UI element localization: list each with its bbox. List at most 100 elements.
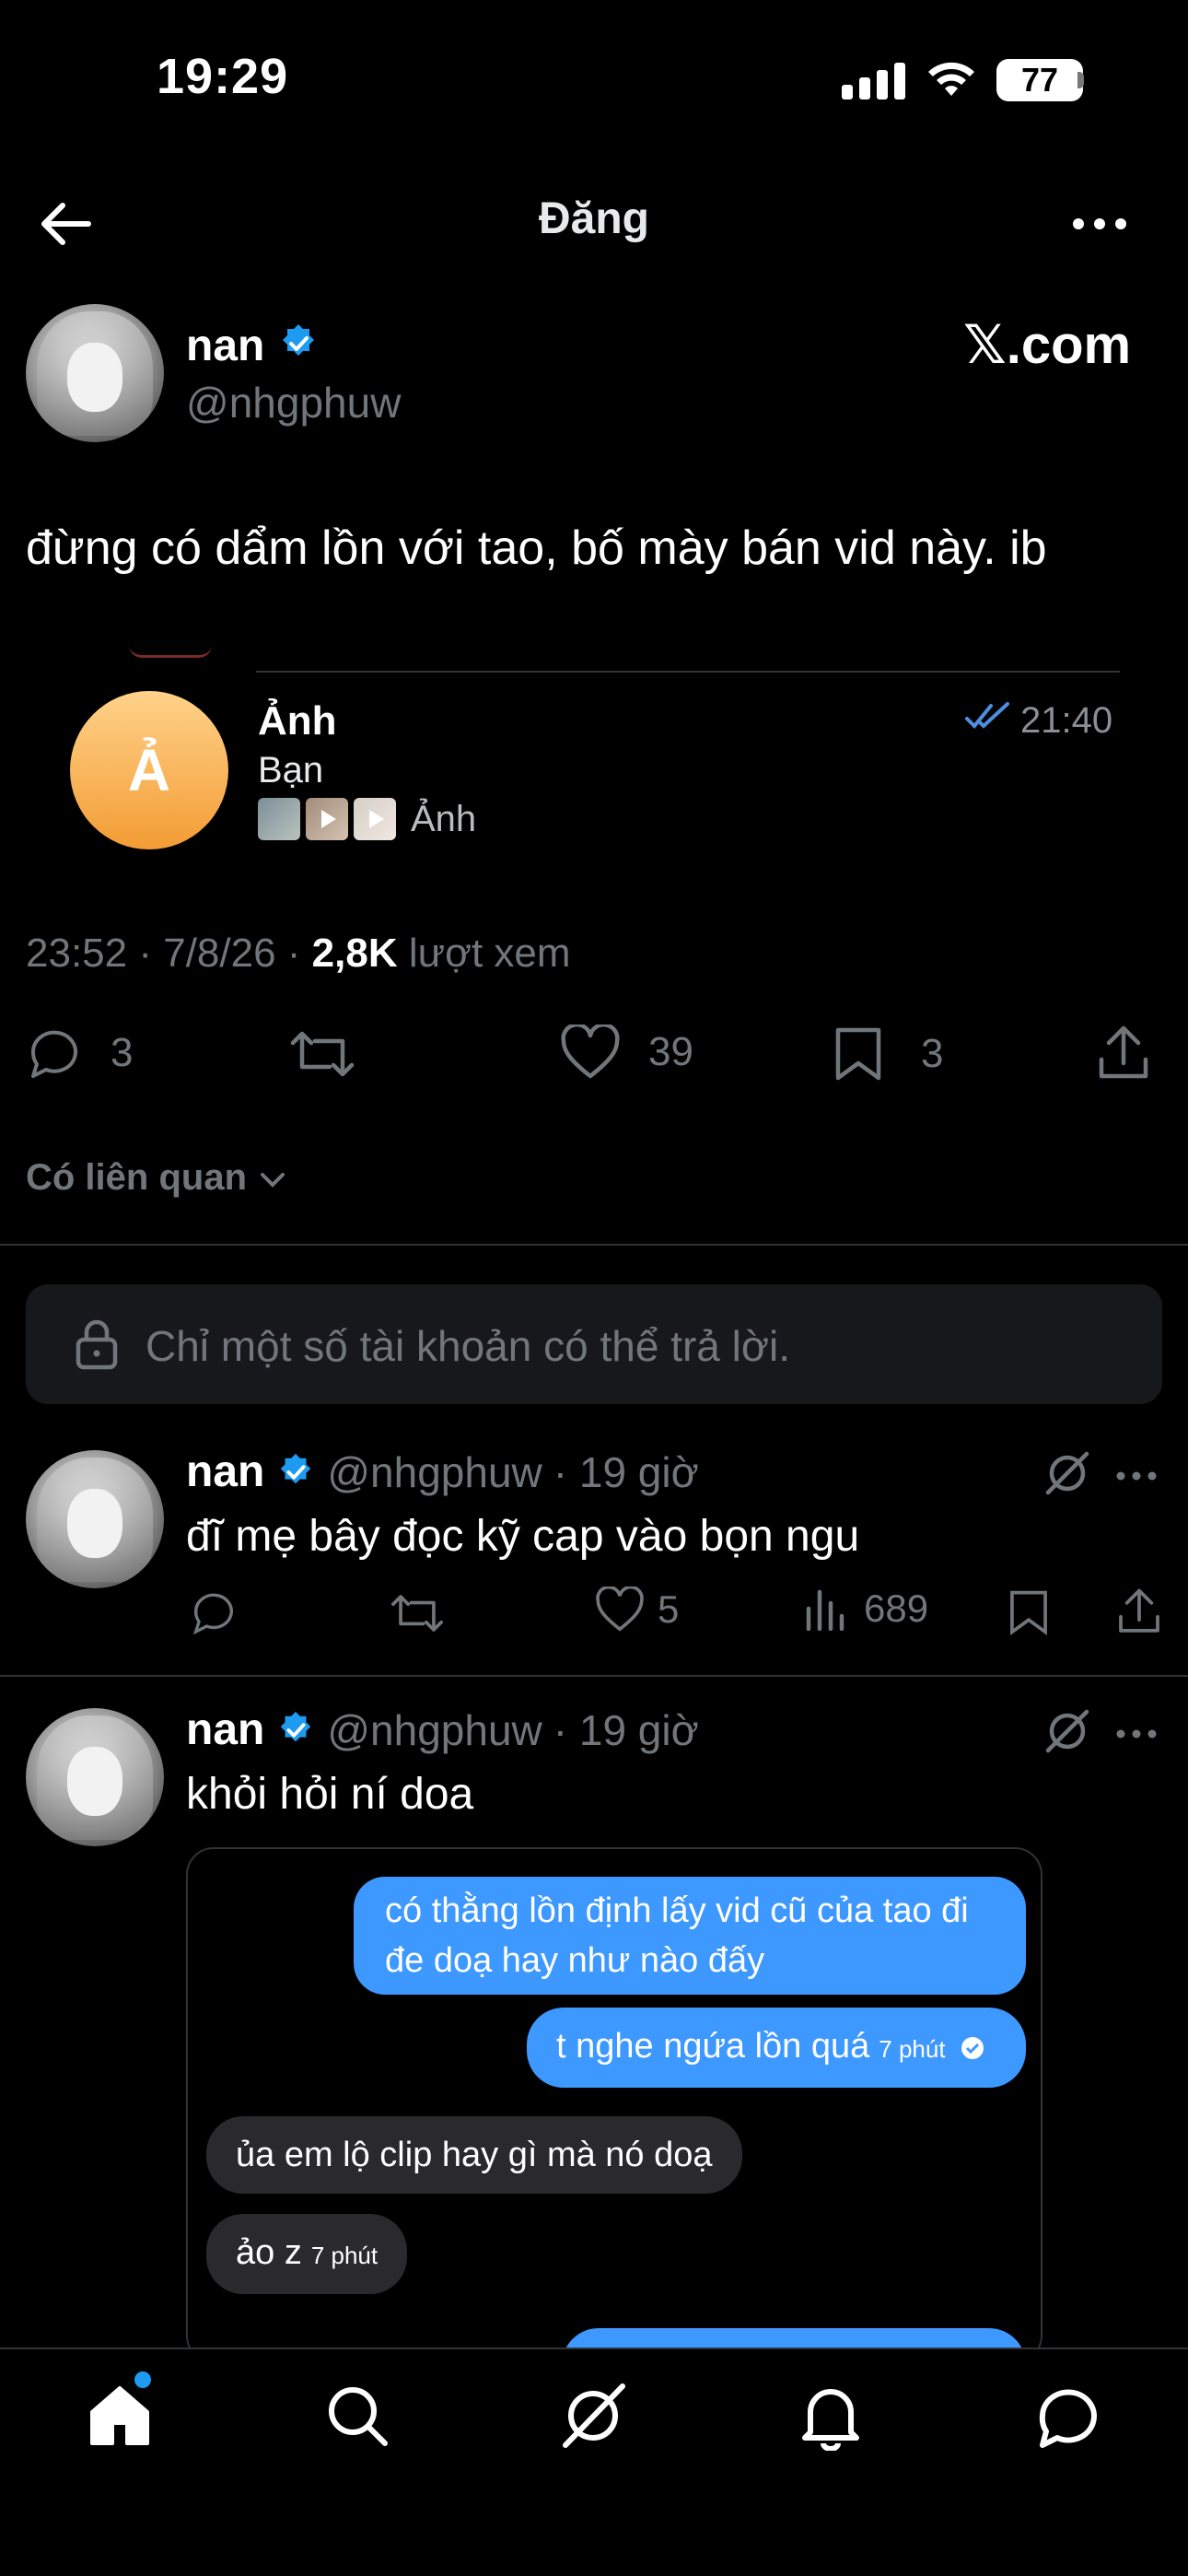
reply-author-handle[interactable]: @nhgphuw [327,1705,542,1755]
battery-tip [1077,72,1084,88]
home-icon[interactable] [85,2381,155,2455]
reply-divider [0,1675,1188,1677]
reply-avatar[interactable] [26,1450,164,1588]
post-text: đừng có dẩm lồn với tao, bố mày bán vid … [26,521,1047,575]
chat-bubble-received: ủa em lộ clip hay gì mà nó doạ [206,2116,742,2194]
author-handle[interactable]: @nhgphuw [186,378,401,427]
chat-bubble-received: ảo z 7 phút [206,2214,408,2294]
chat-screenshot-image[interactable]: có thằng lồn định lấy vid cũ của tao đi … [186,1847,1042,2363]
reply-author-name[interactable]: nan [186,1704,264,1755]
reply-view-count: 689 [864,1587,929,1630]
chevron-down-icon [261,1173,285,1188]
status-bar: 19:29 77 [0,0,1188,157]
chat-bubble-time: 7 phút [879,2035,946,2063]
chat-title: Ảnh [258,698,337,744]
author-name-row[interactable]: nan [186,321,320,371]
messages-icon[interactable] [1033,2381,1103,2455]
reply-header: nan @nhgphuw · 19 giờ [186,1704,699,1755]
reply-time: · 19 giờ [553,1447,699,1496]
bookmark-button[interactable]: 3 [833,1026,943,1082]
more-options-icon[interactable] [1116,1469,1157,1485]
reply-like-count: 5 [658,1587,680,1631]
search-icon[interactable] [322,2381,392,2455]
grok-icon[interactable] [558,2381,628,2455]
chat-preview-label: Ảnh [411,798,477,839]
post-actions: 3 39 3 [0,1023,1188,1096]
chat-bubble-text: t nghe ngứa lồn quá [556,2027,870,2066]
reply-count: 3 [111,1030,134,1075]
more-options-icon[interactable] [1072,217,1127,230]
wifi-icon [926,59,976,102]
chat-preview-row: Ảnh [258,798,476,840]
reply-avatar[interactable] [26,1708,164,1846]
views-icon [806,1589,844,1631]
read-check-icon [961,2036,984,2059]
video-thumbnail [354,798,396,840]
notification-dot [134,2371,151,2388]
bell-icon[interactable] [796,2381,866,2455]
video-thumbnail [306,798,348,840]
chat-bubble-line: có thằng lồn định lấy vid cũ của tao đi [385,1891,969,1930]
chat-bubble-sent: có thằng lồn định lấy vid cũ của tao đi … [354,1877,1026,1995]
heart-icon [596,1587,644,1632]
chat-arc-decoration [129,645,212,658]
post-date: 7/8/26 [163,931,276,976]
heart-icon [561,1025,620,1079]
reply-text: khỏi hỏi ní doa [186,1770,474,1819]
read-check-icon [965,702,1011,734]
bookmark-icon [835,1027,881,1081]
reply-icon [30,1030,77,1078]
more-options-icon[interactable] [1116,1727,1157,1743]
views-label: lượt xem [408,931,571,976]
repost-button[interactable] [287,1026,357,1086]
related-label: Có liên quan [26,1157,247,1198]
like-button[interactable]: 39 [560,1025,693,1080]
chat-bubble-text: ảo z [236,2233,302,2272]
share-icon [1119,1588,1159,1633]
repost-icon [290,1031,355,1077]
related-toggle[interactable]: Có liên quan [26,1157,288,1199]
like-button[interactable]: 5 [595,1587,679,1633]
reply-restriction-text: Chỉ một số tài khoản có thể trả lời. [146,1322,791,1370]
share-button[interactable] [1096,1025,1151,1086]
views-button[interactable]: 689 [805,1587,928,1631]
chat-avatar: Ả [70,691,228,849]
reply-time: · 19 giờ [553,1705,699,1754]
repost-icon [391,1595,443,1632]
embed-divider [256,671,1120,673]
author-avatar[interactable] [26,304,164,442]
verified-badge-icon [281,1711,311,1741]
share-icon [1099,1025,1148,1079]
author-name: nan [186,322,265,370]
page-title: Đăng [539,194,649,243]
verified-badge-icon [281,1453,311,1483]
status-time: 19:29 [157,49,289,104]
photo-thumbnail [258,798,300,840]
bookmark-icon [1010,1590,1047,1635]
grok-icon[interactable] [1044,1450,1090,1501]
chat-bubble-line: đe doạ hay như nào đấy [385,1941,765,1980]
reply-author-name[interactable]: nan [186,1446,264,1497]
verified-badge-icon [277,322,320,369]
reply-icon [192,1593,233,1635]
post-views: 2,8K [311,931,398,976]
grok-icon[interactable] [1044,1708,1090,1759]
post-time: 23:52 [26,931,128,976]
chat-bubble-sent: t nghe ngứa lồn quá 7 phút [527,2008,1026,2088]
post-meta: 23:52 · 7/8/26 · 2,8K lượt xem [26,931,571,976]
reply-header: nan @nhgphuw · 19 giờ [186,1446,699,1497]
reply-author-handle[interactable]: @nhgphuw [327,1447,542,1497]
like-count: 39 [648,1029,693,1074]
section-divider [0,1244,1188,1246]
lock-icon [74,1317,120,1376]
chat-bubble-time: 7 phút [310,2242,379,2269]
reply-button[interactable]: 3 [26,1025,133,1082]
chat-time: 21:40 [1020,700,1113,741]
signal-icon [842,63,905,100]
bookmark-count: 3 [921,1031,944,1076]
source-label: 𝕏.com [963,315,1132,375]
reply-restriction-box: Chỉ một số tài khoản có thể trả lời. [26,1284,1162,1404]
reply-text: đĩ mẹ bây đọc kỹ cap vào bọn ngu [186,1512,860,1561]
reply-actions: 5 689 [186,1585,1181,1640]
battery-icon: 77 [996,59,1083,101]
